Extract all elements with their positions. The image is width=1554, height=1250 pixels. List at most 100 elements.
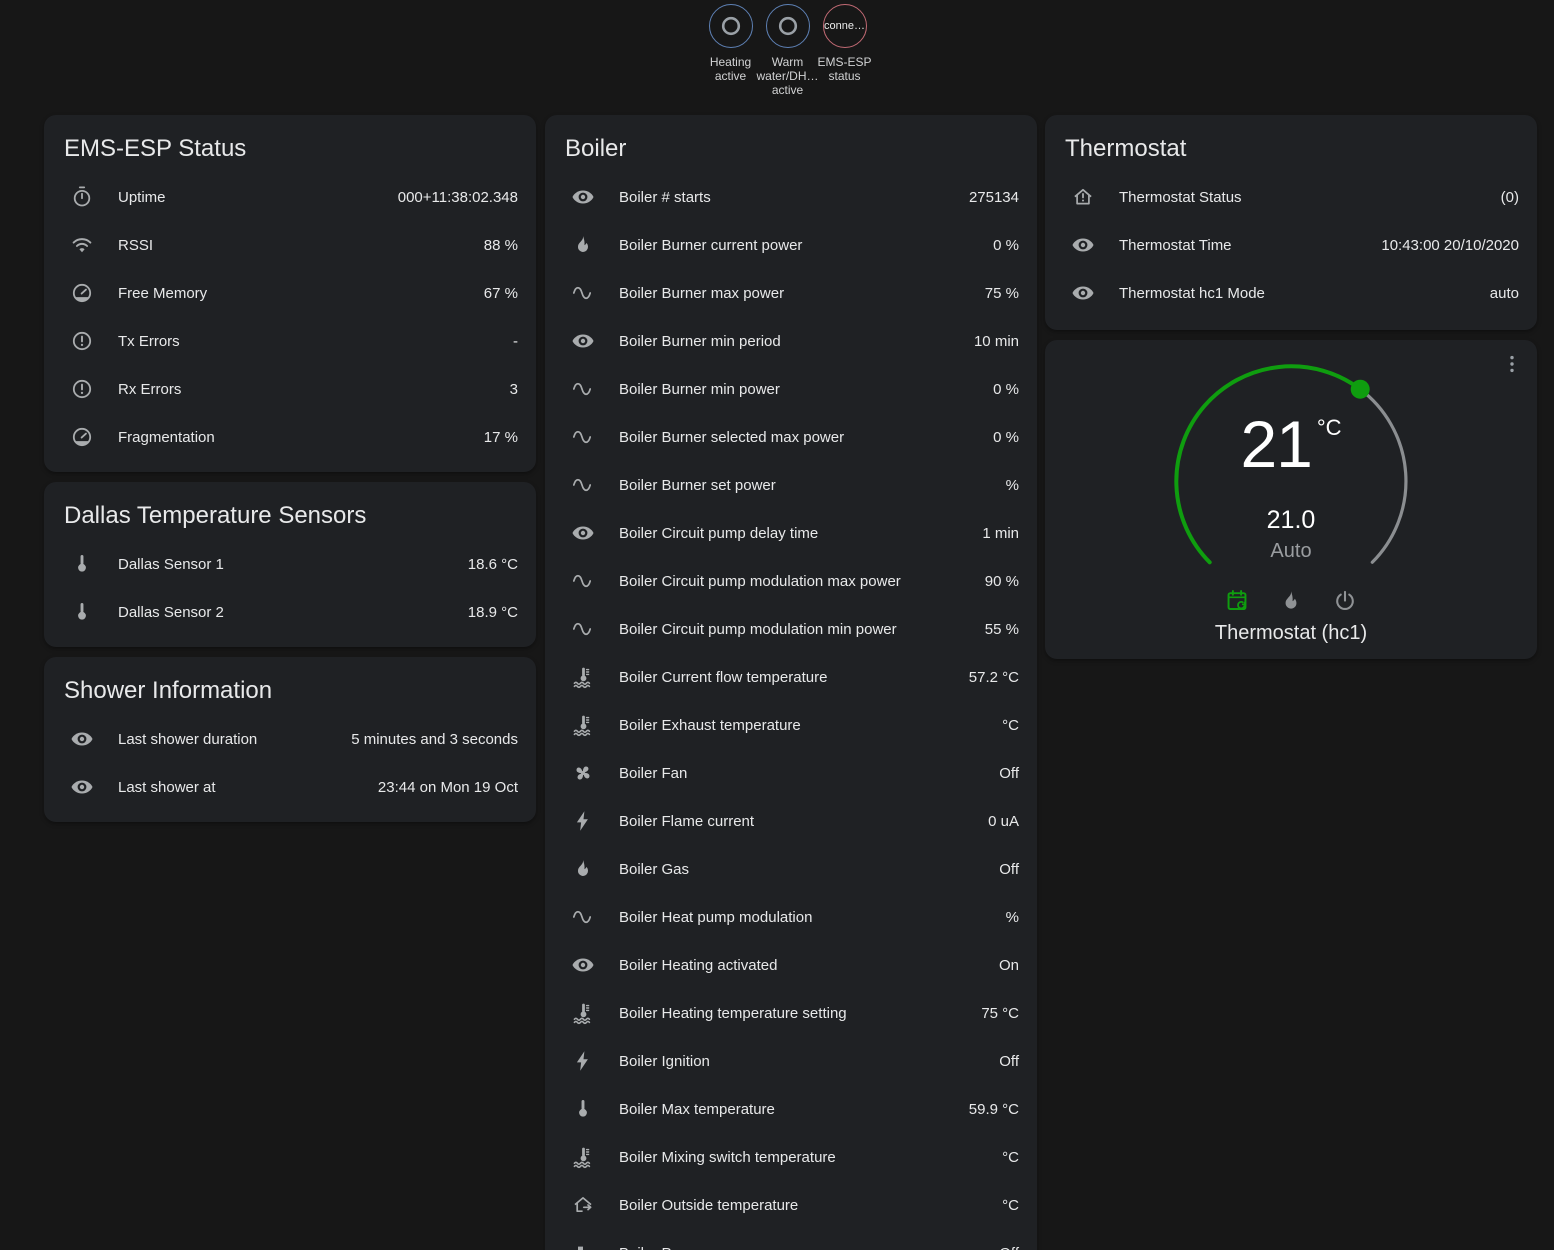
entity-label: Boiler Burner current power [619,237,993,254]
badge-label: Warm water/DH… active [756,55,820,97]
eye-icon [70,727,94,751]
status-badge[interactable]: conne… EMS-ESP status [816,4,873,97]
entity-label: Dallas Sensor 2 [118,604,468,621]
entity-row[interactable]: Thermostat Time 10:43:00 20/10/2020 [1061,221,1521,269]
entity-row[interactable]: Boiler Mixing switch temperature °C [561,1133,1021,1181]
entity-label: Boiler Max temperature [619,1101,969,1118]
entity-row[interactable]: Boiler Circuit pump modulation min power… [561,605,1021,653]
entity-value: Off [999,1053,1019,1070]
entity-row[interactable]: Dallas Sensor 1 18.6 °C [60,540,520,588]
entity-value: 10:43:00 20/10/2020 [1381,237,1519,254]
entity-list: Last shower duration 5 minutes and 3 sec… [60,715,520,811]
entity-value: % [1006,909,1019,926]
status-badge[interactable]: Heating active [702,4,759,97]
entity-value: % [1006,477,1019,494]
dots-vertical-icon[interactable] [1500,352,1524,376]
entity-row[interactable]: Tx Errors - [60,317,520,365]
timer-icon [70,185,94,209]
entity-row[interactable]: Boiler Heating activated On [561,941,1021,989]
entity-row[interactable]: Boiler Pump Off [561,1229,1021,1250]
power-icon[interactable] [1332,588,1358,614]
sine-icon [571,473,595,497]
entity-value: 0 % [993,429,1019,446]
entity-row[interactable]: Boiler Fan Off [561,749,1021,797]
entity-row[interactable]: Boiler Circuit pump modulation max power… [561,557,1021,605]
entity-value: 17 % [484,429,518,446]
entity-row[interactable]: Boiler Burner set power % [561,461,1021,509]
entity-value: °C [1002,1149,1019,1166]
entity-row[interactable]: Boiler Circuit pump delay time 1 min [561,509,1021,557]
entity-value: 57.2 °C [969,669,1019,686]
ring-icon [775,13,801,39]
entity-value: Off [999,861,1019,878]
flame-icon[interactable] [1278,588,1304,614]
entity-row[interactable]: Boiler Gas Off [561,845,1021,893]
entity-row[interactable]: Boiler Exhaust temperature °C [561,701,1021,749]
entity-row[interactable]: Boiler Burner min period 10 min [561,317,1021,365]
entity-label: Thermostat Status [1119,189,1501,206]
entity-row[interactable]: Rx Errors 3 [60,365,520,413]
entity-row[interactable]: Boiler Burner selected max power 0 % [561,413,1021,461]
home-export-icon [571,1193,595,1217]
card-title: Shower Information [64,672,520,710]
sine-icon [571,905,595,929]
card-title: Boiler [565,130,1021,168]
entity-row[interactable]: Fragmentation 17 % [60,413,520,461]
status-badge[interactable]: Warm water/DH… active [759,4,816,97]
entity-value: auto [1490,285,1519,302]
eye-icon [1071,233,1095,257]
entity-value: 55 % [985,621,1019,638]
entity-row[interactable]: Last shower duration 5 minutes and 3 sec… [60,715,520,763]
card-title: Thermostat [1065,130,1521,168]
coolant-icon [571,713,595,737]
gauge-icon [70,281,94,305]
dial-handle[interactable] [1351,380,1370,399]
entity-row[interactable]: Boiler Burner current power 0 % [561,221,1021,269]
temperature-unit: °C [1317,415,1342,440]
entity-row[interactable]: Boiler Flame current 0 uA [561,797,1021,845]
entity-row[interactable]: Boiler Outside temperature °C [561,1181,1021,1229]
entity-row[interactable]: Boiler Burner max power 75 % [561,269,1021,317]
entity-label: RSSI [118,237,484,254]
entity-label: Boiler # starts [619,189,969,206]
entity-label: Uptime [118,189,398,206]
entity-row[interactable]: Boiler Ignition Off [561,1037,1021,1085]
entity-row[interactable]: Uptime 000+11:38:02.348 [60,173,520,221]
entity-label: Thermostat Time [1119,237,1381,254]
entity-row[interactable]: Last shower at 23:44 on Mon 19 Oct [60,763,520,811]
entity-row[interactable]: Boiler Current flow temperature 57.2 °C [561,653,1021,701]
entity-label: Boiler Burner min period [619,333,974,350]
entity-row[interactable]: Thermostat Status (0) [1061,173,1521,221]
entity-row[interactable]: Boiler Max temperature 59.9 °C [561,1085,1021,1133]
entity-row[interactable]: RSSI 88 % [60,221,520,269]
card-title: EMS-ESP Status [64,130,520,168]
entity-value: 0 % [993,237,1019,254]
badge-state-text: conne… [824,20,865,32]
entity-label: Boiler Circuit pump modulation max power [619,573,985,590]
entity-label: Boiler Heating temperature setting [619,1005,981,1022]
entity-row[interactable]: Thermostat hc1 Mode auto [1061,269,1521,317]
calendar-sync-icon[interactable] [1224,588,1250,614]
sine-icon [571,281,595,305]
entity-label: Boiler Heat pump modulation [619,909,1006,926]
coolant-icon [571,665,595,689]
entity-row[interactable]: Boiler Burner min power 0 % [561,365,1021,413]
entity-value: 0 uA [988,813,1019,830]
home-alert-icon [1071,185,1095,209]
entity-value: (0) [1501,189,1519,206]
entity-row[interactable]: Boiler # starts 275134 [561,173,1021,221]
entity-label: Boiler Current flow temperature [619,669,969,686]
entity-label: Boiler Pump [619,1245,999,1250]
eye-icon [1071,281,1095,305]
entity-label: Boiler Heating activated [619,957,999,974]
badge-circle [766,4,810,48]
entity-label: Free Memory [118,285,484,302]
entity-value: 23:44 on Mon 19 Oct [378,779,518,796]
entity-row[interactable]: Boiler Heating temperature setting 75 °C [561,989,1021,1037]
entity-row[interactable]: Boiler Heat pump modulation % [561,893,1021,941]
entity-value: 90 % [985,573,1019,590]
entity-row[interactable]: Free Memory 67 % [60,269,520,317]
entity-row[interactable]: Dallas Sensor 2 18.9 °C [60,588,520,636]
entity-value: °C [1002,1197,1019,1214]
middle-column: Boiler Boiler # starts 275134 Boiler Bur… [545,115,1037,1250]
